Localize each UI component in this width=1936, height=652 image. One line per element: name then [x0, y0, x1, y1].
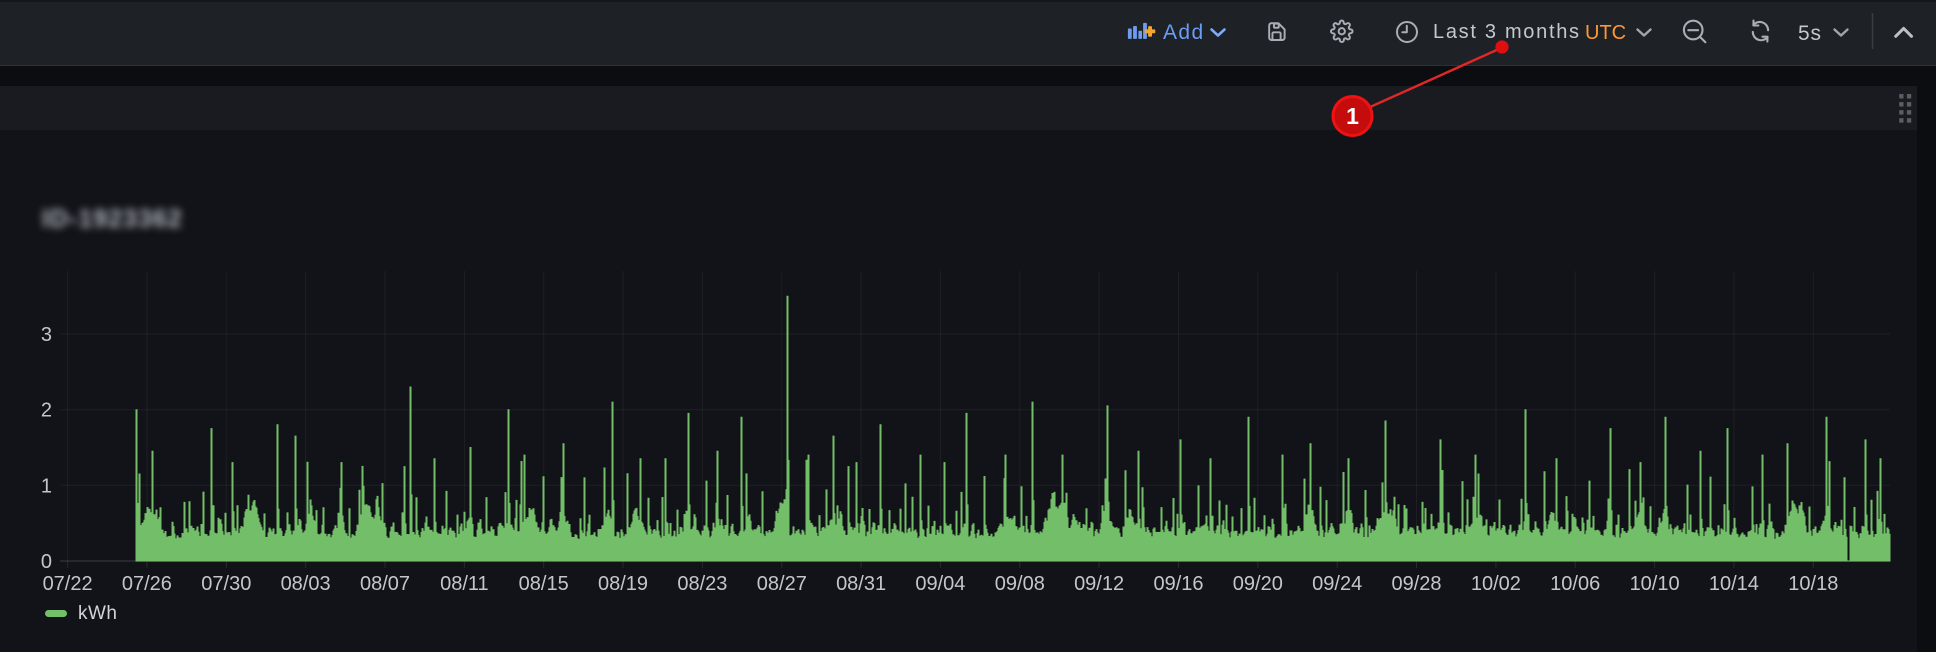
- svg-text:1: 1: [1346, 103, 1359, 129]
